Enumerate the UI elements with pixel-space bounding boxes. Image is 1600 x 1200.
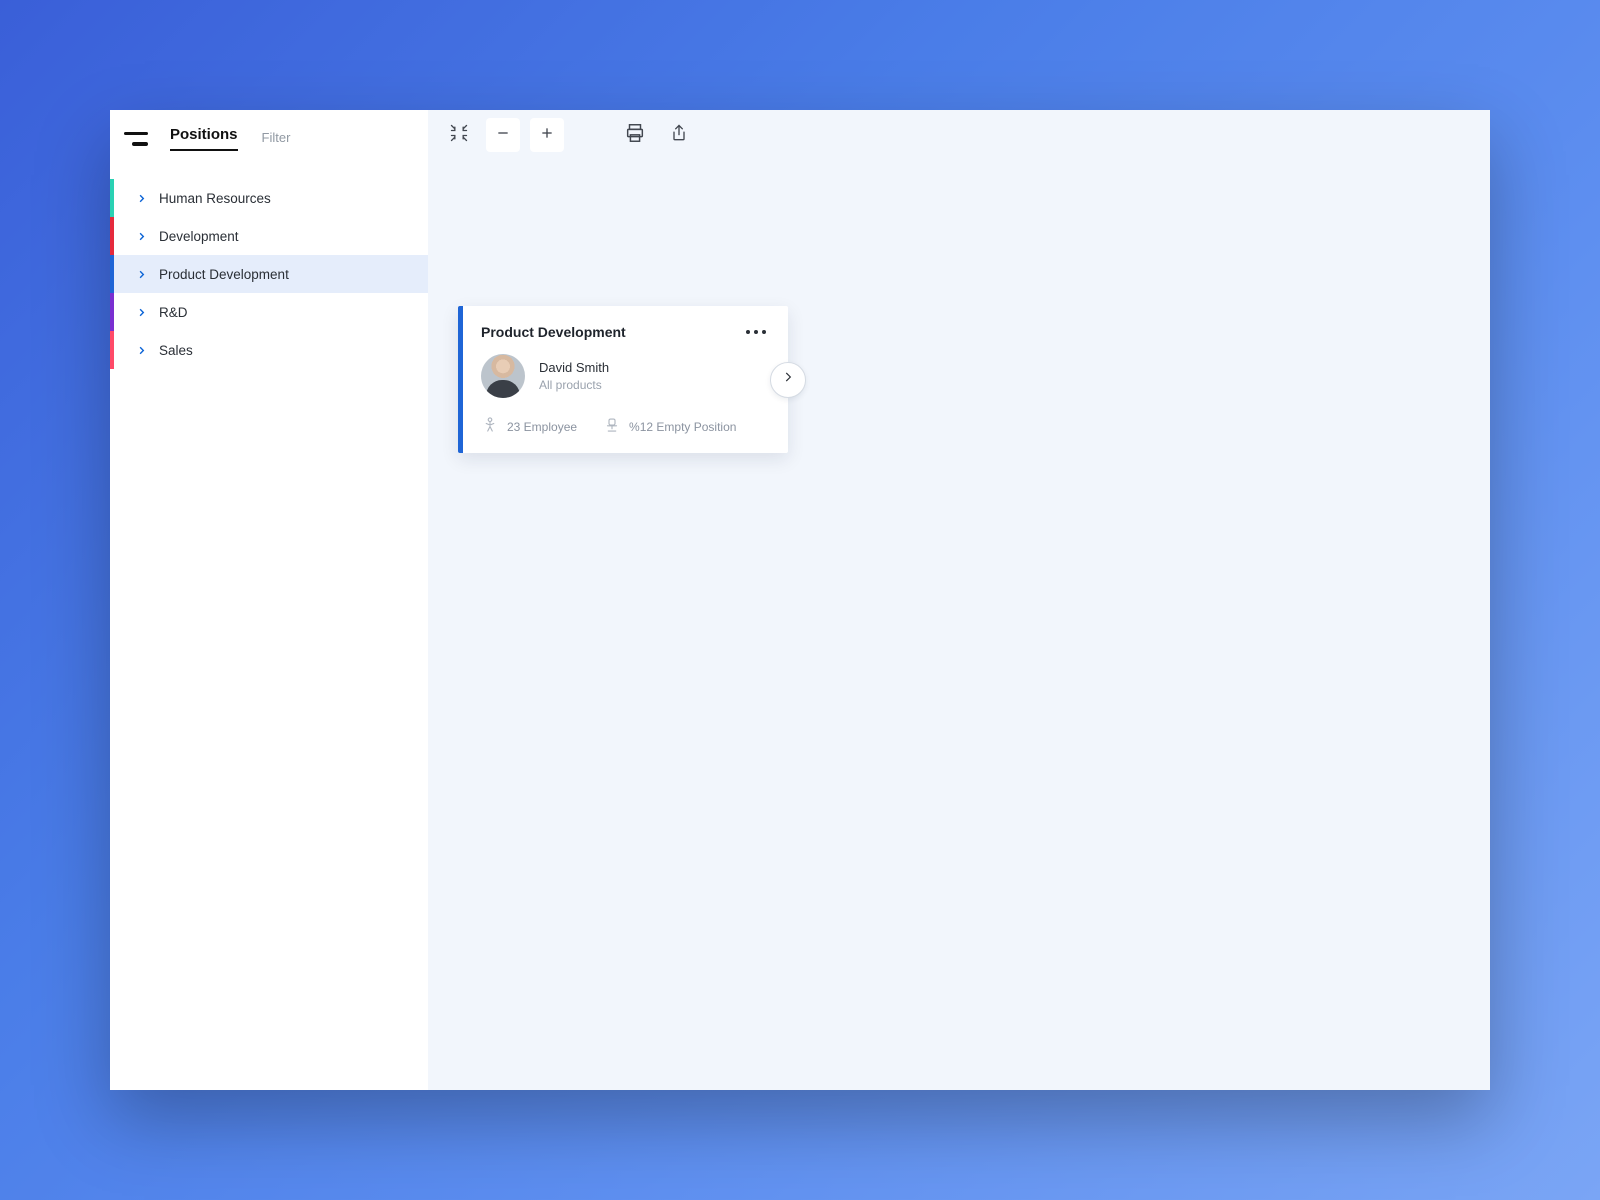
employee-count-stat: 23 Employee: [481, 416, 577, 437]
color-marker: [110, 255, 114, 293]
canvas-toolbar: [442, 118, 696, 152]
chevron-right-icon: [136, 345, 147, 356]
avatar: [481, 354, 525, 398]
sidebar-item-label: Human Resources: [159, 191, 271, 206]
zoom-in-button[interactable]: [530, 118, 564, 152]
chevron-right-icon: [781, 370, 795, 389]
lead-subtitle: All products: [539, 378, 609, 392]
share-button[interactable]: [662, 118, 696, 152]
chevron-right-icon: [136, 307, 147, 318]
department-card: Product Development David Smith All prod…: [458, 306, 788, 453]
sidebar-item-development[interactable]: Development: [110, 217, 428, 255]
canvas[interactable]: Product Development David Smith All prod…: [428, 110, 1490, 1090]
sidebar-item-label: Development: [159, 229, 239, 244]
sidebar-tabs: Positions Filter: [170, 126, 290, 151]
plus-icon: [539, 125, 555, 146]
fit-to-screen-button[interactable]: [442, 118, 476, 152]
more-options-button[interactable]: [742, 326, 770, 338]
chair-icon: [603, 416, 621, 437]
chevron-right-icon: [136, 269, 147, 280]
empty-position-label: %12 Empty Position: [629, 420, 736, 434]
tab-filter[interactable]: Filter: [262, 130, 291, 151]
sidebar-item-label: R&D: [159, 305, 188, 320]
lead-name: David Smith: [539, 360, 609, 375]
person-icon: [481, 416, 499, 437]
card-title: Product Development: [481, 324, 626, 340]
employee-count-label: 23 Employee: [507, 420, 577, 434]
sidebar-item-human-resources[interactable]: Human Resources: [110, 179, 428, 217]
department-list: Human Resources Development Product Deve…: [110, 179, 428, 369]
printer-icon: [624, 122, 646, 149]
print-button[interactable]: [618, 118, 652, 152]
sidebar-item-label: Sales: [159, 343, 193, 358]
card-header: Product Development: [481, 324, 770, 340]
chevron-right-icon: [136, 231, 147, 242]
sidebar-item-label: Product Development: [159, 267, 289, 282]
share-icon: [669, 122, 689, 149]
card-body: David Smith All products: [481, 354, 770, 398]
lead-info: David Smith All products: [539, 360, 609, 392]
sidebar-item-sales[interactable]: Sales: [110, 331, 428, 369]
sidebar-item-product-development[interactable]: Product Development: [110, 255, 428, 293]
app-window: Positions Filter Human Resources Develop…: [110, 110, 1490, 1090]
empty-position-stat: %12 Empty Position: [603, 416, 736, 437]
menu-icon[interactable]: [124, 132, 148, 146]
zoom-out-button[interactable]: [486, 118, 520, 152]
color-marker: [110, 331, 114, 369]
sidebar-item-rd[interactable]: R&D: [110, 293, 428, 331]
collapse-icon: [449, 123, 469, 148]
expand-card-button[interactable]: [770, 362, 806, 398]
sidebar-header: Positions Filter: [110, 110, 428, 161]
color-marker: [110, 217, 114, 255]
minus-icon: [495, 125, 511, 146]
tab-positions[interactable]: Positions: [170, 126, 238, 151]
chevron-right-icon: [136, 193, 147, 204]
sidebar: Positions Filter Human Resources Develop…: [110, 110, 428, 1090]
card-stats: 23 Employee %12 Empty Position: [481, 416, 770, 437]
color-marker: [110, 293, 114, 331]
color-marker: [110, 179, 114, 217]
